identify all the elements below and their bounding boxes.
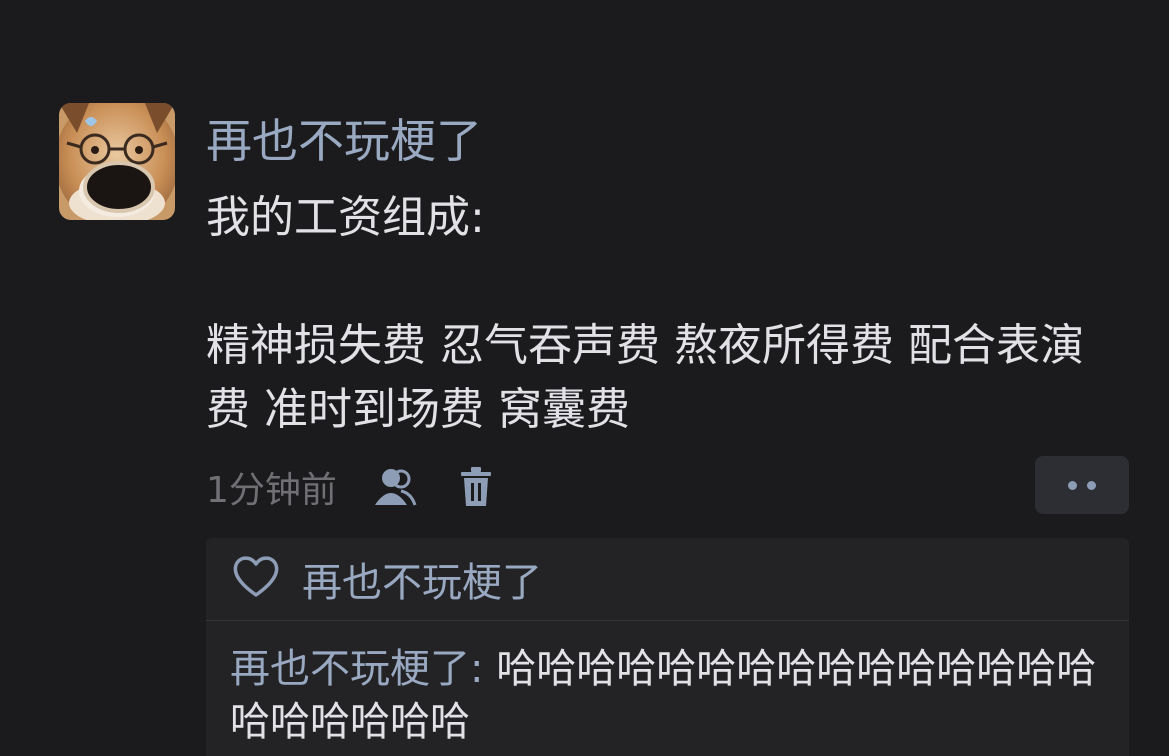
more-dots-icon bbox=[1087, 480, 1096, 490]
more-dots-icon bbox=[1068, 480, 1077, 490]
trash-icon[interactable] bbox=[451, 462, 501, 512]
post-text-line: 我的工资组成: bbox=[206, 192, 485, 243]
shiba-dog-avatar-image bbox=[59, 103, 175, 220]
post-meta-row: 1分钟前 bbox=[206, 462, 533, 512]
comment-separator: : bbox=[470, 646, 497, 692]
like-user-name[interactable]: 再也不玩梗了 bbox=[302, 550, 542, 608]
likes-comments-panel: 再也不玩梗了 再也不玩梗了: 哈哈哈哈哈哈哈哈哈哈哈哈哈哈哈哈哈哈哈哈哈 bbox=[206, 538, 1129, 756]
more-options-button[interactable] bbox=[1035, 456, 1129, 514]
post-text-blank-line bbox=[206, 250, 1106, 314]
post-timestamp: 1分钟前 bbox=[206, 470, 337, 511]
heart-icon[interactable] bbox=[232, 555, 280, 603]
comment-item[interactable]: 再也不玩梗了: 哈哈哈哈哈哈哈哈哈哈哈哈哈哈哈哈哈哈哈哈哈 bbox=[206, 621, 1129, 749]
post-content: 我的工资组成: 精神损失费 忍气吞声费 熬夜所得费 配合表演费 准时到场费 窝囊… bbox=[206, 186, 1106, 442]
post-author-name[interactable]: 再也不玩梗了 bbox=[206, 113, 482, 169]
commenter-name[interactable]: 再也不玩梗了 bbox=[230, 646, 470, 692]
likes-row: 再也不玩梗了 bbox=[206, 538, 1129, 621]
post-text-line: 精神损失费 忍气吞声费 熬夜所得费 配合表演费 准时到场费 窝囊费 bbox=[206, 320, 1084, 435]
avatar[interactable] bbox=[59, 103, 175, 220]
friends-icon[interactable] bbox=[369, 462, 419, 512]
